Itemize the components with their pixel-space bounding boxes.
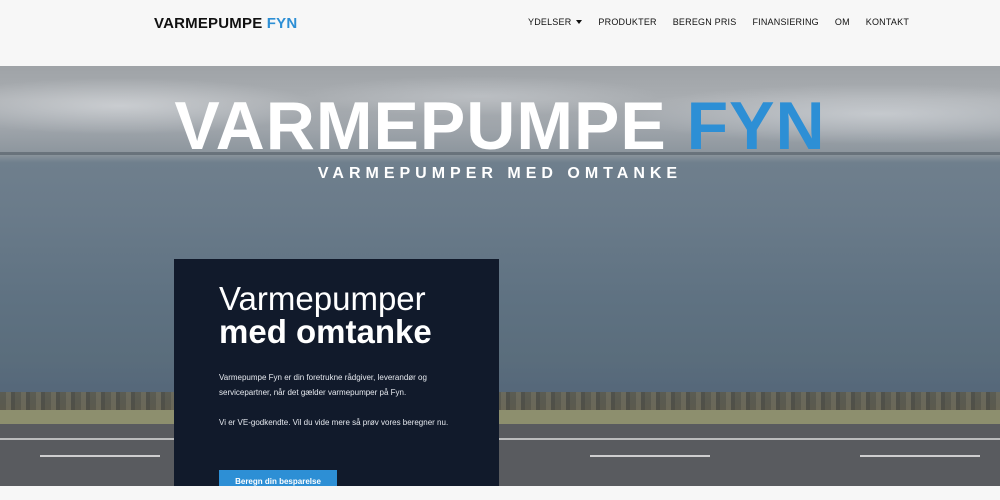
nav-item-label: FINANSIERING [752,17,819,27]
nav-item-finansiering[interactable]: FINANSIERING [752,17,818,27]
road-dash [860,455,980,457]
hero-title: VARMEPUMPE FYN [0,92,1000,160]
nav-item-label: YDELSER [528,17,572,27]
hero-banner: VARMEPUMPE FYN VARMEPUMPER MED OMTANKE [0,66,1000,486]
hero-rocks [0,392,1000,412]
nav-item-beregn-pris[interactable]: BEREGN PRIS [673,17,737,27]
card-title-light: Varmepumper [219,280,426,317]
site-header: VARMEPUMPE FYN YDELSER PRODUKTER BEREGN … [0,0,1000,66]
nav-item-label: KONTAKT [865,17,910,27]
main-nav: YDELSER PRODUKTER BEREGN PRIS FINANSIERI… [528,17,909,27]
intro-card: Varmepumper med omtanke Varmepumpe Fyn e… [174,259,499,500]
road-dash [590,455,710,457]
hero-title-main: VARMEPUMPE [174,88,667,164]
nav-item-produkter[interactable]: PRODUKTER [598,17,656,27]
logo-main-text: VARMEPUMPE [154,15,263,32]
road-edge-line [0,438,1000,440]
nav-item-om[interactable]: OM [835,17,850,27]
card-title-bold: med omtanke [219,313,432,350]
card-paragraph-2: Vi er VE-godkendte. Vil du vide mere så … [219,418,449,427]
hero-title-accent: FYN [686,88,826,164]
page-content-start [0,486,1000,500]
card-paragraph-1: Varmepumpe Fyn er din foretrukne rådgive… [219,373,427,397]
road-dash [40,455,160,457]
nav-item-label: OM [834,17,850,27]
chevron-down-icon [576,20,583,24]
nav-item-kontakt[interactable]: KONTAKT [866,17,909,27]
hero-grass [0,410,1000,424]
hero-subtitle: VARMEPUMPER MED OMTANKE [317,165,683,182]
site-logo[interactable]: VARMEPUMPE FYN [154,15,297,32]
nav-item-label: PRODUKTER [598,17,657,27]
logo-accent-text: FYN [266,15,298,32]
nav-item-ydelser[interactable]: YDELSER [528,17,583,27]
nav-item-label: BEREGN PRIS [672,17,737,27]
